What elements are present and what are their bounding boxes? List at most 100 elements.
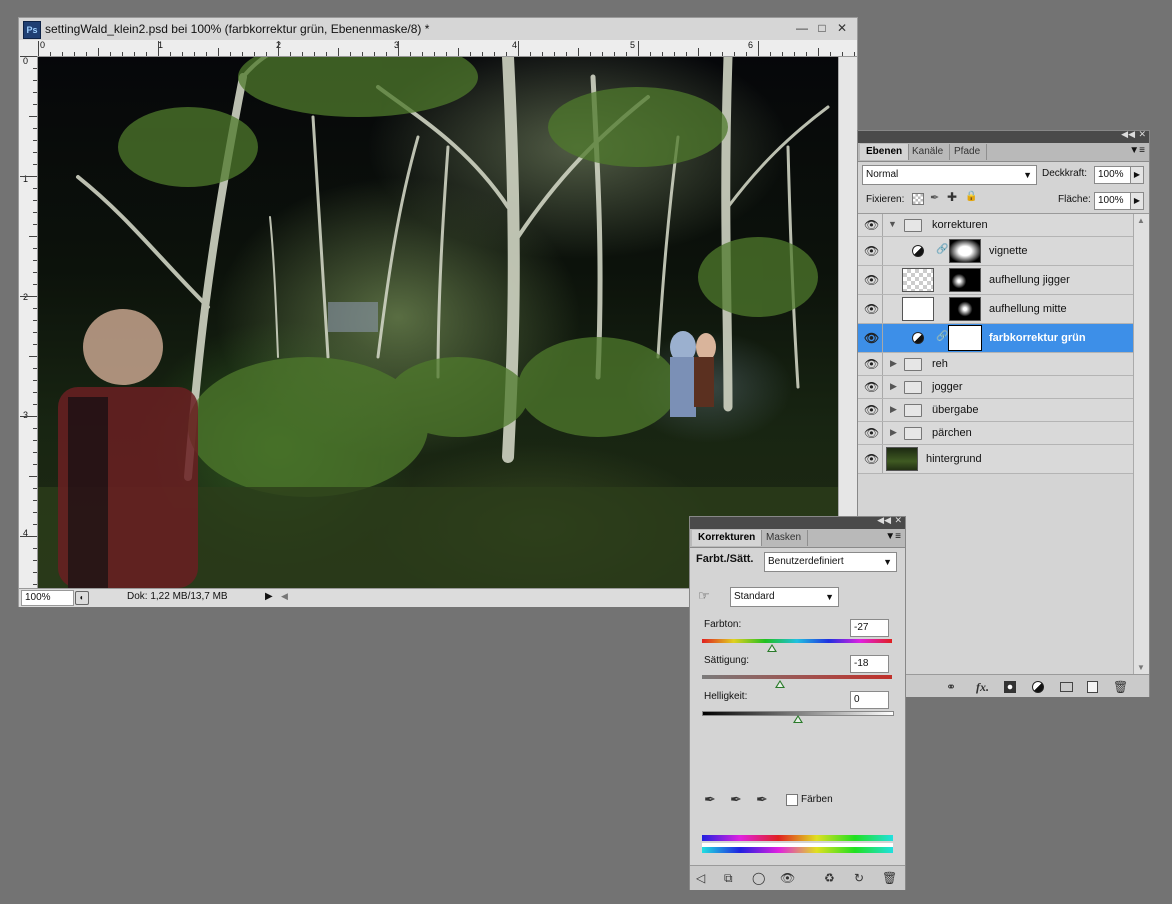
layer-farbkorrektur-gruen[interactable]: 👁 🔗 farbkorrektur grün xyxy=(858,324,1149,353)
layer-group-jogger[interactable]: 👁 ▶ jogger xyxy=(858,376,1133,399)
saturation-slider-track[interactable] xyxy=(702,675,892,679)
saturation-slider-thumb[interactable] xyxy=(775,680,785,688)
panel-menu-icon[interactable]: ▼≡ xyxy=(1129,145,1145,156)
ruler-corner[interactable] xyxy=(19,40,39,57)
close-icon[interactable]: ✕ xyxy=(833,20,851,36)
hand-target-icon[interactable]: ☞ xyxy=(698,588,710,604)
view-previous-icon[interactable]: ♻ xyxy=(824,871,835,885)
expand-view-icon[interactable]: ⧉ xyxy=(724,871,733,886)
mask-icon[interactable] xyxy=(1004,681,1016,693)
link-icon[interactable]: ⚭ xyxy=(946,680,956,694)
eye-icon[interactable]: 👁 xyxy=(864,358,879,370)
opacity-field[interactable]: 100% xyxy=(1094,166,1131,184)
trash-icon[interactable]: 🗑 xyxy=(1113,680,1128,694)
folder-icon[interactable] xyxy=(1060,682,1073,692)
layer-hintergrund[interactable]: 👁 hintergrund xyxy=(858,445,1133,474)
lightness-slider-thumb[interactable] xyxy=(793,715,803,723)
layer-thumbnail[interactable] xyxy=(886,447,918,471)
layer-vignette[interactable]: 👁 🔗 vignette xyxy=(858,237,1133,266)
adjustment-icon[interactable] xyxy=(1032,681,1044,693)
triangle-right-icon[interactable]: ▶ xyxy=(890,427,897,438)
minimize-icon[interactable]: — xyxy=(793,20,811,36)
mask-thumbnail[interactable] xyxy=(949,268,981,292)
fx-icon[interactable]: fx. xyxy=(976,680,989,695)
colorize-checkbox[interactable] xyxy=(786,794,798,806)
new-layer-icon[interactable] xyxy=(1087,681,1098,693)
tab-kanaele[interactable]: Kanäle xyxy=(906,144,951,160)
panel-close-icon[interactable]: ✕ xyxy=(1138,129,1146,140)
triangle-right-icon[interactable]: ▶ xyxy=(890,358,897,369)
ruler-top[interactable]: 0 1 2 3 4 5 6 xyxy=(38,40,857,57)
hue-slider-track[interactable] xyxy=(702,639,892,643)
eye-icon[interactable]: 👁 xyxy=(864,219,879,231)
mask-thumbnail[interactable] xyxy=(948,325,982,351)
mask-thumbnail[interactable] xyxy=(949,239,981,263)
back-arrow-icon[interactable]: ◁ xyxy=(696,871,705,885)
tab-korrekturen[interactable]: Korrekturen xyxy=(692,530,763,546)
fill-arrow-icon[interactable]: ▶ xyxy=(1130,192,1144,210)
chain-link-icon[interactable]: 🔗 xyxy=(936,244,948,255)
collapse-icon[interactable]: ◀◀ xyxy=(1121,129,1135,140)
trash-icon[interactable]: 🗑 xyxy=(882,871,897,885)
eyedropper-plus-icon[interactable]: ✒ xyxy=(730,791,742,808)
eyedropper-minus-icon[interactable]: ✒ xyxy=(756,791,768,808)
zoom-field[interactable]: 100% xyxy=(21,590,74,606)
layer-thumbnail[interactable] xyxy=(902,297,934,321)
eye-icon[interactable]: 👁 xyxy=(864,453,879,465)
lightness-field[interactable]: 0 xyxy=(850,691,889,709)
maximize-icon[interactable]: □ xyxy=(813,20,831,36)
hue-field[interactable]: -27 xyxy=(850,619,889,637)
lock-all-icon[interactable]: 🔒 xyxy=(965,191,977,202)
layer-aufhellung-jigger[interactable]: 👁 aufhellung jigger xyxy=(858,266,1133,295)
layer-group-uebergabe[interactable]: 👁 ▶ übergabe xyxy=(858,399,1133,422)
layer-aufhellung-mitte[interactable]: 👁 aufhellung mitte xyxy=(858,295,1133,324)
document-titlebar[interactable]: Ps settingWald_klein2.psd bei 100% (farb… xyxy=(19,18,857,40)
vertical-scrollbar[interactable] xyxy=(838,57,857,588)
lock-transparency-icon[interactable] xyxy=(912,193,924,205)
eye-icon[interactable]: 👁 xyxy=(864,303,879,315)
triangle-right-icon[interactable]: ▶ xyxy=(890,381,897,392)
mask-thumbnail[interactable] xyxy=(949,297,981,321)
triangle-down-icon[interactable]: ▼ xyxy=(888,219,897,229)
panel-close-icon[interactable]: ✕ xyxy=(894,515,902,526)
layer-group-reh[interactable]: 👁 ▶ reh xyxy=(858,353,1133,376)
scroll-down-icon[interactable]: ▼ xyxy=(1137,663,1145,672)
hue-slider-thumb[interactable] xyxy=(767,644,777,652)
tab-masken[interactable]: Masken xyxy=(760,530,809,546)
status-expand-icon[interactable]: ▶ xyxy=(265,591,273,602)
visibility-icon[interactable]: 👁 xyxy=(780,871,795,885)
tab-ebenen[interactable]: Ebenen xyxy=(860,144,910,160)
opacity-arrow-icon[interactable]: ▶ xyxy=(1130,166,1144,184)
layer-group-korrekturen[interactable]: 👁 ▼ korrekturen xyxy=(858,214,1133,237)
status-menu-icon[interactable]: ◐ xyxy=(75,591,89,605)
adjust-panel-header[interactable]: ◀◀ ✕ xyxy=(690,515,905,529)
collapse-icon[interactable]: ◀◀ xyxy=(877,515,891,526)
preset-select[interactable]: Benutzerdefiniert ▼ xyxy=(764,552,897,572)
tab-pfade[interactable]: Pfade xyxy=(948,144,988,160)
layers-panel-header[interactable]: ◀◀ ✕ xyxy=(858,129,1149,143)
panel-menu-icon[interactable]: ▼≡ xyxy=(885,531,901,542)
eye-icon[interactable]: 👁 xyxy=(864,381,879,393)
eye-icon[interactable]: 👁 xyxy=(864,332,879,344)
ruler-left[interactable]: 0 1 2 3 4 xyxy=(19,56,38,588)
eye-icon[interactable]: 👁 xyxy=(864,245,879,257)
fill-field[interactable]: 100% xyxy=(1094,192,1131,210)
lock-move-icon[interactable]: ✚ xyxy=(947,190,957,204)
image-canvas[interactable] xyxy=(38,57,838,588)
saturation-field[interactable]: -18 xyxy=(850,655,889,673)
layer-group-paerchen[interactable]: 👁 ▶ pärchen xyxy=(858,422,1133,445)
eyedropper-icon[interactable]: ✒ xyxy=(704,791,716,808)
chain-link-icon[interactable]: 🔗 xyxy=(936,331,948,342)
reset-icon[interactable]: ↻ xyxy=(854,871,864,885)
lock-paint-icon[interactable]: ✒ xyxy=(930,191,939,204)
layers-scrollbar[interactable]: ▲ ▼ xyxy=(1133,214,1149,674)
triangle-right-icon[interactable]: ▶ xyxy=(890,404,897,415)
range-select[interactable]: Standard ▼ xyxy=(730,587,839,607)
eye-icon[interactable]: 👁 xyxy=(864,404,879,416)
clip-layer-icon[interactable]: ◯ xyxy=(752,871,765,885)
eye-icon[interactable]: 👁 xyxy=(864,274,879,286)
scroll-left-icon[interactable]: ◀ xyxy=(281,591,288,602)
eye-icon[interactable]: 👁 xyxy=(864,427,879,439)
layer-thumbnail[interactable] xyxy=(902,268,934,292)
scroll-up-icon[interactable]: ▲ xyxy=(1137,216,1145,225)
